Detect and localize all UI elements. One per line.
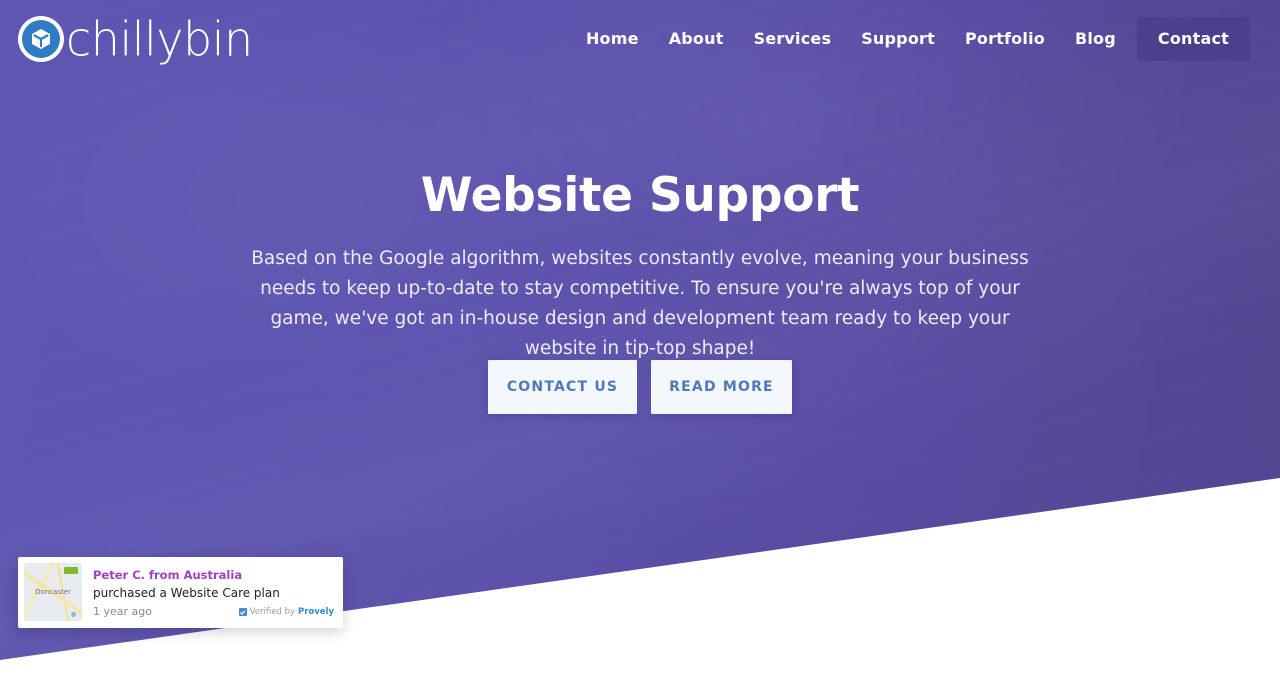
notification-time: 1 year ago (93, 605, 152, 618)
map-badge-icon (64, 567, 78, 574)
nav-item-blog[interactable]: Blog (1060, 17, 1131, 61)
notification-action: purchased a Website Care plan (93, 586, 280, 600)
verified-label: Verified by (249, 607, 295, 617)
site-header: chillybin Home About Services Support Po… (0, 0, 1280, 80)
hero-description: Based on the Google algorithm, websites … (251, 248, 1029, 359)
logo-link[interactable]: chillybin (18, 12, 253, 66)
nav-item-about[interactable]: About (654, 17, 739, 61)
main-nav: Home About Services Support Portfolio Bl… (571, 17, 1250, 61)
map-pin-icon (71, 612, 76, 617)
purchase-notification[interactable]: Doncaster Peter C. from Australia purcha… (18, 557, 343, 628)
page-title: Website Support (420, 168, 860, 223)
verified-by-provely[interactable]: Verified by Provely (238, 607, 334, 617)
logo-icon-circle (22, 20, 60, 58)
nav-item-support[interactable]: Support (846, 17, 950, 61)
verified-check-icon (238, 608, 247, 616)
contact-us-button[interactable]: CONTACT US (488, 360, 637, 414)
notification-customer: Peter C. from Australia (93, 568, 243, 582)
nav-item-portfolio[interactable]: Portfolio (950, 17, 1060, 61)
logo-wordmark: chillybin (66, 11, 253, 67)
read-more-button[interactable]: READ MORE (651, 360, 792, 414)
map-location-label: Doncaster (35, 588, 71, 596)
nav-item-home[interactable]: Home (571, 17, 654, 61)
provely-link[interactable]: Provely (298, 607, 334, 617)
page: chillybin Home About Services Support Po… (0, 0, 1280, 680)
nav-item-contact[interactable]: Contact (1136, 17, 1250, 61)
nav-item-services[interactable]: Services (739, 17, 847, 61)
location-map-thumbnail: Doncaster (24, 563, 82, 621)
cube-logo-icon (18, 16, 64, 62)
cube-icon (32, 29, 50, 49)
